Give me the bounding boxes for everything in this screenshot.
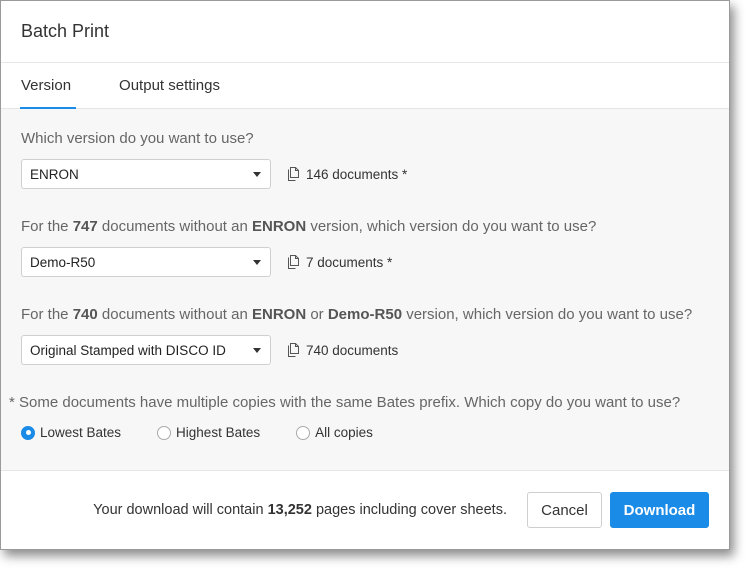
tab-label: Output settings (119, 77, 220, 94)
cancel-button[interactable]: Cancel (527, 492, 602, 528)
version-question-3: For the 740 documents without an ENRON o… (21, 305, 729, 365)
radio-label: All copies (315, 425, 373, 440)
select-value: Demo-R50 (30, 254, 96, 270)
tab-bar: Version Output settings (1, 63, 729, 109)
dialog-footer: Your download will contain 13,252 pages … (1, 471, 729, 549)
tab-output-settings[interactable]: Output settings (118, 63, 221, 108)
version-panel: Which version do you want to use? ENRON … (1, 109, 729, 471)
documents-icon (288, 343, 299, 357)
caret-down-icon (253, 347, 261, 353)
documents-icon (288, 167, 299, 181)
copy-radio-group: Lowest Bates Highest Bates All copies (21, 425, 729, 440)
version-select-1[interactable]: ENRON (21, 159, 271, 189)
radio-unchecked-icon (296, 425, 311, 440)
select-value: Original Stamped with DISCO ID (30, 342, 226, 358)
version-select-3[interactable]: Original Stamped with DISCO ID (21, 335, 271, 365)
caret-down-icon (253, 259, 261, 265)
version-question-1: Which version do you want to use? ENRON … (21, 129, 729, 189)
radio-label: Highest Bates (176, 425, 261, 440)
download-summary: Your download will contain 13,252 pages … (93, 502, 507, 518)
count-label: 740 documents (306, 342, 399, 358)
version-select-2[interactable]: Demo-R50 (21, 247, 271, 277)
download-button[interactable]: Download (610, 492, 709, 528)
caret-down-icon (253, 171, 261, 177)
page-count: 13,252 (267, 502, 312, 518)
copy-choice: * Some documents have multiple copies wi… (9, 393, 729, 440)
tab-version[interactable]: Version (20, 63, 77, 109)
question-text: For the 747 documents without an ENRON v… (21, 218, 597, 235)
count-label: 146 documents * (306, 166, 408, 182)
batch-print-dialog: Batch Print Version Output settings Whic… (0, 0, 730, 550)
document-count: 146 documents * (287, 167, 407, 182)
tab-label: Version (21, 77, 72, 94)
version-question-2: For the 747 documents without an ENRON v… (21, 217, 729, 277)
radio-highest-bates[interactable]: Highest Bates (157, 425, 260, 440)
document-count: 7 documents * (287, 255, 392, 270)
question-text: Which version do you want to use? (21, 130, 254, 147)
question-text: For the 740 documents without an ENRON o… (21, 306, 693, 323)
copy-note: * Some documents have multiple copies wi… (9, 394, 681, 411)
radio-checked-icon (21, 425, 35, 440)
dialog-header: Batch Print (1, 1, 729, 63)
radio-all-copies[interactable]: All copies (296, 425, 373, 440)
radio-label: Lowest Bates (40, 425, 122, 440)
dialog-title: Batch Print (21, 21, 110, 41)
document-count: 740 documents (287, 343, 398, 358)
radio-lowest-bates[interactable]: Lowest Bates (21, 425, 121, 440)
documents-icon (288, 255, 299, 269)
count-label: 7 documents * (306, 254, 393, 270)
radio-unchecked-icon (157, 425, 172, 440)
select-value: ENRON (30, 166, 79, 182)
